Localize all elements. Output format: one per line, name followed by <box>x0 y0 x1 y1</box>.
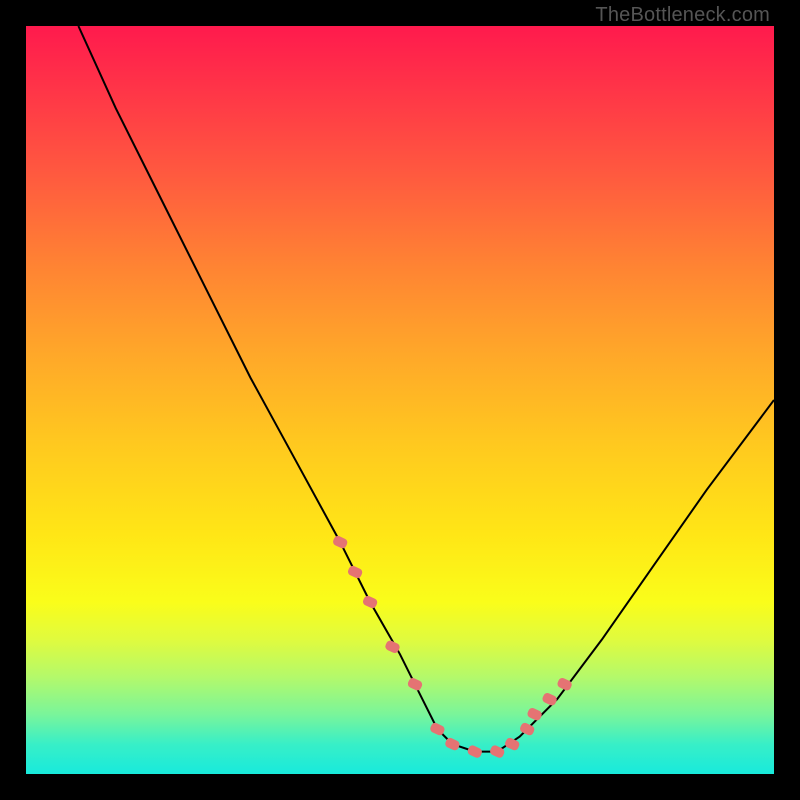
marker-point <box>332 535 349 550</box>
marker-point <box>504 737 521 752</box>
curve-path <box>78 26 774 752</box>
marker-point <box>347 565 364 580</box>
curve-line <box>78 26 774 752</box>
marker-point <box>362 595 379 610</box>
marker-point <box>541 692 558 707</box>
attribution-text: TheBottleneck.com <box>595 4 770 27</box>
curve-markers <box>332 535 573 759</box>
bottleneck-curve-svg <box>26 26 774 774</box>
marker-point <box>489 744 506 759</box>
marker-point <box>556 677 573 692</box>
chart-frame <box>26 26 774 774</box>
marker-point <box>526 707 543 722</box>
marker-point <box>407 677 424 692</box>
marker-point <box>466 744 483 759</box>
